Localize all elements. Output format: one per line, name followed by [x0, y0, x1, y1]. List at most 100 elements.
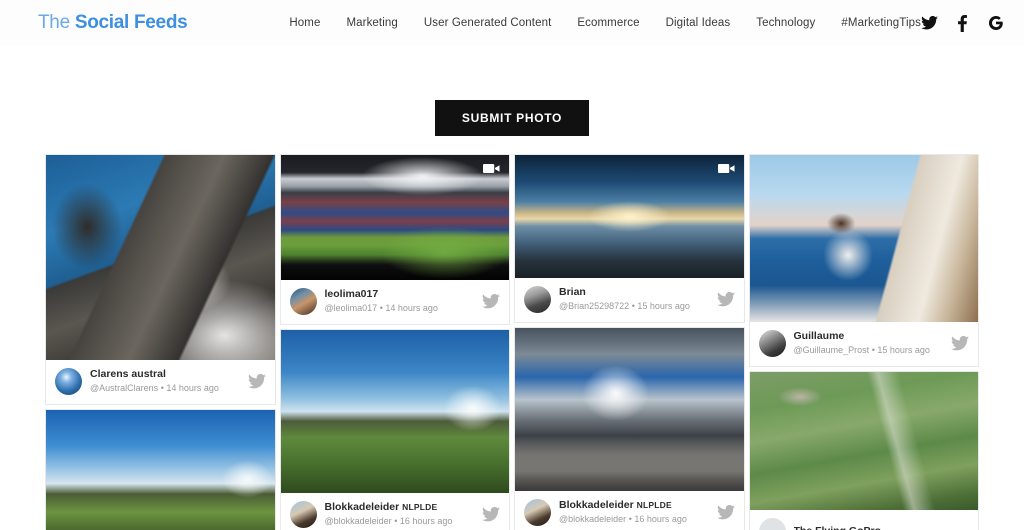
card-username[interactable]: The Flying GoPro	[794, 525, 970, 530]
photo-green-field-icon	[280, 330, 509, 493]
avatar[interactable]	[524, 286, 551, 313]
card-meta: Blokkadeleider NLPLDE @blokkadeleider • …	[280, 493, 509, 530]
card-meta: Guillaume @Guillaume_Prost • 15 hours ag…	[749, 322, 978, 366]
logo-the: The	[38, 12, 75, 33]
card-time: 16 hours ago	[634, 514, 687, 525]
feed-card-blokkadeleider-path[interactable]: Blokkadeleider NLPLDE @blokkadeleider • …	[514, 327, 745, 530]
card-photo[interactable]	[515, 155, 744, 278]
card-separator: •	[628, 514, 632, 525]
card-photo[interactable]	[280, 330, 509, 493]
feed-column-1: Clarens austral @AustralClarens • 14 hou…	[45, 154, 276, 530]
twitter-icon[interactable]	[951, 336, 969, 351]
card-username[interactable]: Brian	[559, 286, 709, 299]
card-separator: •	[379, 303, 383, 314]
card-meta: The Flying GoPro	[749, 510, 978, 530]
card-time: 15 hours ago	[637, 301, 690, 312]
site-header: The Social Feeds Home Marketing User Gen…	[0, 0, 1024, 46]
card-username-suffix: NLPLDE	[402, 502, 438, 513]
photo-sunset-lake-icon	[515, 155, 744, 278]
nav-item-technology[interactable]: Technology	[756, 17, 815, 29]
avatar[interactable]	[524, 499, 551, 526]
avatar[interactable]	[758, 518, 786, 530]
nav-item-user-generated-content[interactable]: User Generated Content	[424, 17, 552, 29]
nav-item-ecommerce[interactable]: Ecommerce	[577, 17, 639, 29]
submit-photo-button[interactable]: SUBMIT PHOTO	[434, 100, 590, 136]
twitter-icon[interactable]	[921, 15, 938, 32]
avatar[interactable]	[289, 501, 317, 528]
card-time: 14 hours ago	[385, 303, 438, 314]
card-username[interactable]: Blokkadeleider NLPLDE	[559, 499, 709, 512]
google-icon[interactable]	[987, 15, 1004, 32]
card-meta: Blokkadeleider NLPLDE @blokkadeleider • …	[515, 491, 744, 530]
avatar[interactable]	[289, 288, 317, 315]
twitter-icon[interactable]	[716, 505, 735, 520]
twitter-icon[interactable]	[482, 294, 500, 309]
card-photo[interactable]	[280, 155, 509, 280]
feed-card-leolima017[interactable]: leolima017 @leolima017 • 14 hours ago	[279, 154, 510, 325]
logo-social-feeds: Social Feeds	[74, 12, 188, 33]
feed-card-guillaume[interactable]: Guillaume @Guillaume_Prost • 15 hours ag…	[748, 154, 979, 367]
card-time: 14 hours ago	[166, 383, 219, 394]
card-photo[interactable]	[515, 328, 744, 491]
photo-badge-icon	[483, 164, 500, 173]
nav-item-digital-ideas[interactable]: Digital Ideas	[666, 17, 731, 29]
card-username[interactable]: Guillaume	[794, 330, 944, 343]
feed-card-blokkadeleider-field[interactable]: Blokkadeleider NLPLDE @blokkadeleider • …	[279, 329, 510, 530]
nav-item-marketing[interactable]: Marketing	[346, 17, 397, 29]
card-username[interactable]: Clarens austral	[90, 368, 240, 381]
card-handle-time: @AustralClarens • 14 hours ago	[90, 383, 240, 394]
submit-photo-section: SUBMIT PHOTO	[0, 46, 1024, 136]
card-separator: •	[394, 516, 398, 527]
card-handle-time: @blokkadeleider • 16 hours ago	[559, 514, 709, 525]
card-user-info: Clarens austral @AustralClarens • 14 hou…	[90, 368, 240, 394]
card-handle-time: @blokkadeleider • 16 hours ago	[325, 516, 475, 527]
avatar[interactable]	[758, 330, 786, 357]
photo-aerial-countryside-icon	[749, 372, 978, 510]
feed-column-3: Brian @Brian25298722 • 15 hours ago Blok…	[514, 154, 745, 530]
card-user-info: Blokkadeleider NLPLDE @blokkadeleider • …	[559, 499, 709, 525]
twitter-icon[interactable]	[716, 292, 735, 307]
nav-item-home[interactable]: Home	[289, 17, 320, 29]
card-separator: •	[871, 345, 875, 356]
card-separator: •	[160, 383, 164, 394]
twitter-icon[interactable]	[247, 374, 266, 389]
nav-item-marketing-tips[interactable]: #MarketingTips	[841, 17, 921, 29]
card-username[interactable]: leolima017	[325, 288, 475, 301]
card-time: 16 hours ago	[399, 516, 453, 527]
card-username-suffix: NLPLDE	[636, 500, 672, 511]
card-handle: @blokkadeleider	[559, 514, 627, 525]
photo-sailboat-icon	[749, 155, 978, 322]
card-handle-time: @Guillaume_Prost • 15 hours ago	[794, 345, 944, 356]
card-handle-time: @Brian25298722 • 15 hours ago	[559, 301, 709, 312]
feed-column-2: leolima017 @leolima017 • 14 hours ago Bl…	[279, 154, 510, 530]
avatar[interactable]	[55, 368, 82, 395]
feed-card-clarens-austral[interactable]: Clarens austral @AustralClarens • 14 hou…	[45, 154, 276, 405]
card-photo[interactable]	[46, 410, 275, 530]
card-handle-time: @leolima017 • 14 hours ago	[325, 303, 475, 314]
feed-column-4: Guillaume @Guillaume_Prost • 15 hours ag…	[748, 154, 979, 530]
card-photo[interactable]	[749, 372, 978, 510]
twitter-icon[interactable]	[482, 507, 500, 522]
card-user-info: The Flying GoPro	[794, 525, 970, 530]
card-user-info: leolima017 @leolima017 • 14 hours ago	[325, 288, 475, 314]
photo-wet-path-icon	[515, 328, 744, 491]
feed-card-railway-sunrise[interactable]	[45, 409, 276, 530]
card-time: 15 hours ago	[877, 345, 930, 356]
video-camera-icon	[717, 164, 734, 173]
card-meta: leolima017 @leolima017 • 14 hours ago	[280, 280, 509, 324]
card-photo[interactable]	[46, 155, 275, 360]
card-username-main: Blokkadeleider	[324, 501, 400, 514]
site-logo[interactable]: The Social Feeds	[38, 12, 188, 34]
card-handle: @Guillaume_Prost	[793, 345, 870, 356]
card-photo[interactable]	[749, 155, 978, 322]
card-username[interactable]: Blokkadeleider NLPLDE	[325, 501, 475, 514]
card-handle: @AustralClarens	[90, 383, 159, 394]
feed-card-brian[interactable]: Brian @Brian25298722 • 15 hours ago	[514, 154, 745, 323]
card-username-main: Blokkadeleider	[559, 499, 634, 512]
card-user-info: Brian @Brian25298722 • 15 hours ago	[559, 286, 709, 312]
photo-railway-icon	[46, 410, 275, 530]
feed-card-the-flying-gopro[interactable]: The Flying GoPro	[748, 371, 979, 530]
facebook-icon[interactable]	[954, 14, 971, 32]
card-user-info: Guillaume @Guillaume_Prost • 15 hours ag…	[794, 330, 944, 356]
card-meta: Brian @Brian25298722 • 15 hours ago	[515, 278, 744, 322]
